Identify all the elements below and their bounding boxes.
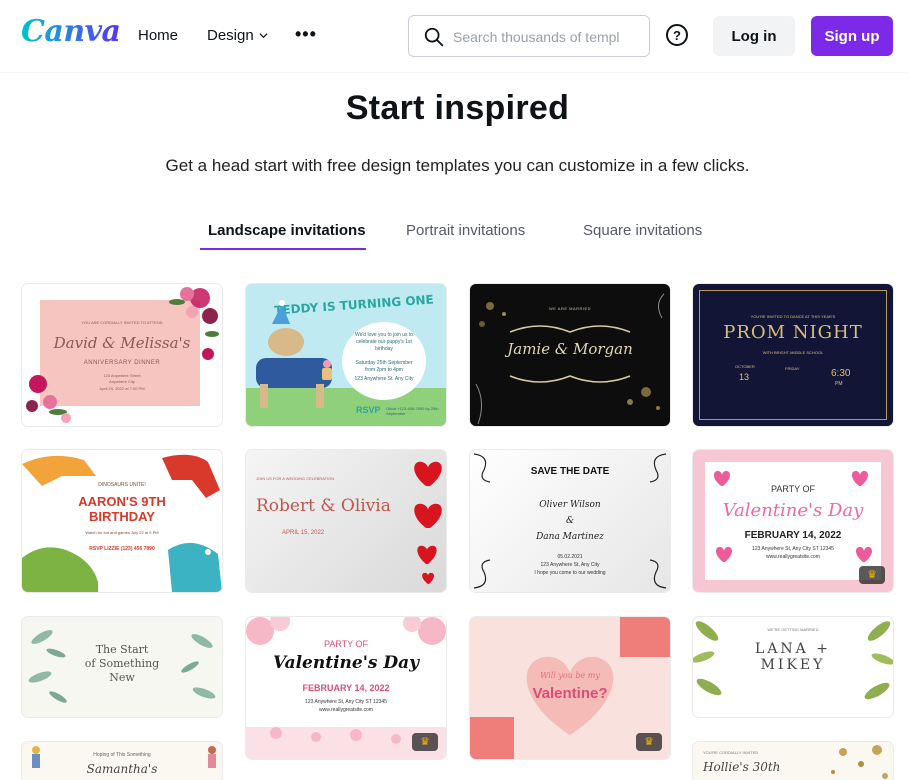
- template-card-dinosaur-birthday[interactable]: DINOSAURS UNITE! AARON'S 9TH BIRTHDAY Wa…: [22, 450, 222, 592]
- card-text: Jamie & Morgan: [507, 340, 633, 358]
- card-text: 6:30: [831, 368, 851, 379]
- top-navigation-bar: Canva Home Design ••• ? Log in Sign up: [0, 0, 909, 72]
- card-text: Robert & Olivia: [256, 496, 391, 516]
- card-text: The Start: [95, 643, 149, 656]
- card-text: RSVP LIZZIE (123) 456 7890: [89, 546, 155, 552]
- card-text: Valentine?: [532, 685, 608, 702]
- template-card-hollies-30th[interactable]: YOU'RE CORDIALLY INVITED Hollie's 30th: [693, 742, 893, 780]
- card-text: ANNIVERSARY DINNER: [83, 360, 161, 366]
- chevron-down-icon[interactable]: [259, 31, 268, 40]
- card-text: PARTY OF: [323, 639, 368, 649]
- card-text: 13: [739, 372, 750, 382]
- template-card-teddy-birthday[interactable]: TEDDY IS TURNING ONE We'd love you to jo…: [246, 284, 446, 426]
- card-text: New: [109, 671, 135, 684]
- card-text: BIRTHDAY: [89, 509, 155, 524]
- card-text: PROM NIGHT: [723, 322, 863, 343]
- card-text: Valentine's Day: [272, 653, 420, 673]
- premium-crown-icon: ♛: [636, 733, 662, 751]
- card-text: Valentine's Day: [722, 500, 864, 521]
- card-text: FRIDAY: [785, 366, 800, 371]
- card-text: WITH BRIGHT MIDDLE SCHOOL: [762, 350, 824, 355]
- floral-decoration: [26, 287, 219, 423]
- premium-crown-icon: ♛: [859, 566, 885, 584]
- template-card-lana-mikey-wedding[interactable]: WE'RE GETTING MARRIED LANA + MIKEY: [693, 617, 893, 717]
- card-text: Dana Martinez: [536, 532, 604, 542]
- signup-button[interactable]: Sign up: [811, 16, 893, 56]
- card-border: [699, 290, 887, 420]
- card-text: PARTY OF: [770, 484, 815, 494]
- card-text: I hope you come to our wedding: [534, 570, 606, 576]
- card-text: MIKEY: [760, 657, 826, 673]
- canva-logo[interactable]: Canva: [21, 14, 121, 49]
- card-text: JOIN US FOR A WEDDING CELEBRATION: [256, 476, 335, 481]
- card-text: LANA +: [755, 641, 831, 657]
- help-icon[interactable]: ?: [666, 24, 688, 46]
- tab-square-invitations[interactable]: Square invitations: [583, 222, 702, 239]
- card-text: Hoping of This Something: [93, 752, 151, 758]
- card-text: Hollie's 30th: [703, 760, 781, 774]
- nav-home-link[interactable]: Home: [138, 27, 178, 44]
- card-text: Will you be my: [540, 671, 600, 680]
- card-text: FEBRUARY 14, 2022: [302, 683, 390, 693]
- tab-portrait-invitations[interactable]: Portrait invitations: [406, 222, 525, 239]
- card-text: WE ARE MARRIED: [548, 306, 592, 311]
- card-text: PM: [835, 381, 843, 387]
- card-text: Samantha's: [86, 762, 158, 776]
- template-card-save-the-date[interactable]: SAVE THE DATE Oliver Wilson & Dana Marti…: [470, 450, 670, 592]
- tab-landscape-invitations[interactable]: Landscape invitations: [208, 222, 366, 239]
- card-text: Oliver Wilson: [539, 500, 601, 510]
- card-text: April 29, 2022 at 7:00 PM: [99, 386, 145, 391]
- heart-icons: [414, 461, 442, 584]
- search-input[interactable]: [453, 24, 643, 50]
- more-options-icon[interactable]: •••: [295, 24, 317, 45]
- active-tab-indicator: [200, 248, 366, 250]
- template-card-start-of-something-new[interactable]: The Start of Something New: [22, 617, 222, 717]
- card-text: 123 Anywhere St, Any City ST 12345: [305, 699, 387, 705]
- card-text: AARON'S 9TH: [78, 494, 166, 509]
- template-card-valentines-day[interactable]: PARTY OF Valentine's Day FEBRUARY 14, 20…: [246, 617, 446, 759]
- card-text: YOU ARE CORDIALLY INVITED TO ATTEND: [81, 320, 163, 325]
- nav-design-menu[interactable]: Design: [207, 27, 254, 44]
- card-text: OCTOBER: [735, 364, 755, 369]
- template-card-valentines-party[interactable]: PARTY OF Valentine's Day FEBRUARY 14, 20…: [693, 450, 893, 592]
- card-text: APRIL 15, 2022: [282, 530, 325, 536]
- search-box[interactable]: [408, 15, 650, 57]
- card-text: YOU'RE CORDIALLY INVITED: [703, 750, 759, 755]
- template-card-anniversary-dinner[interactable]: YOU ARE CORDIALLY INVITED TO ATTEND Davi…: [22, 284, 222, 426]
- card-text: Anywhere City: [109, 379, 135, 384]
- card-text: 123 Anywhere St, Any City: [540, 562, 600, 568]
- card-text: DINOSAURS UNITE!: [98, 482, 146, 488]
- card-text: of Something: [84, 657, 160, 670]
- card-text: www.reallygreatsite.com: [766, 554, 820, 560]
- login-button[interactable]: Log in: [713, 16, 795, 56]
- card-text: YOU'RE INVITED TO DANCE AT THIS YEAR'S: [750, 314, 836, 319]
- card-text: 05.02.2021: [557, 554, 583, 560]
- template-card-wedding-celebration[interactable]: JOIN US FOR A WEDDING CELEBRATION Robert…: [246, 450, 446, 592]
- card-text: WE'RE GETTING MARRIED: [767, 627, 819, 632]
- card-text: 123 Anywhere St, Any City ST 12345: [752, 546, 834, 552]
- card-text: SAVE THE DATE: [530, 466, 610, 477]
- template-card-something-celebration[interactable]: Hoping of This Something Samantha's: [22, 742, 222, 780]
- card-text: David & Melissa's: [53, 334, 191, 352]
- page-subtitle: Get a head start with free design templa…: [165, 156, 750, 175]
- template-card-prom-night[interactable]: YOU'RE INVITED TO DANCE AT THIS YEAR'S P…: [693, 284, 893, 426]
- premium-crown-icon: ♛: [412, 733, 438, 751]
- search-icon: [424, 27, 444, 47]
- card-text: Watch for fun and games July 22 at 5 PM: [85, 530, 159, 535]
- dog-illustration: [256, 300, 332, 408]
- card-text: www.reallygreatsite.com: [319, 707, 373, 713]
- template-card-be-my-valentine[interactable]: Will you be my Valentine? ♛: [470, 617, 670, 759]
- card-text: 123 Anywhere Street: [103, 373, 141, 378]
- card-text: &: [565, 516, 574, 526]
- template-card-wedding-announcement[interactable]: WE ARE MARRIED Jamie & Morgan: [470, 284, 670, 426]
- card-text: FEBRUARY 14, 2022: [744, 530, 842, 541]
- page-title: Start inspired: [345, 89, 570, 127]
